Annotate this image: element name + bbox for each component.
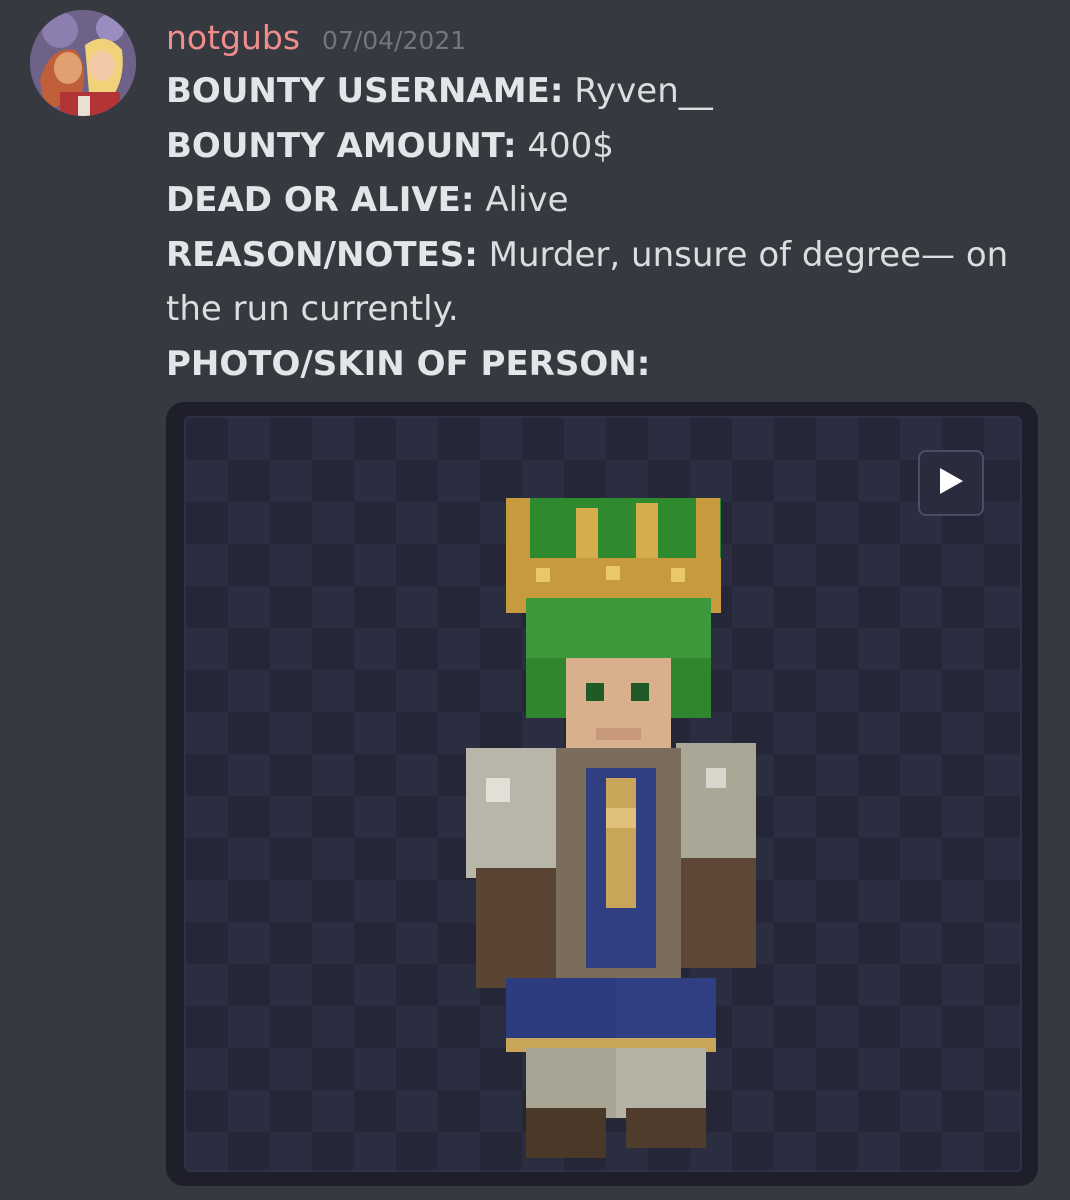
field-dead-or-alive: DEAD OR ALIVE: Alive [166, 173, 1046, 228]
skin-viewer[interactable] [184, 416, 1022, 1172]
field-label: BOUNTY USERNAME: [166, 71, 564, 111]
minecraft-skin-image [466, 478, 756, 1162]
play-icon [936, 465, 966, 501]
field-label: PHOTO/SKIN OF PERSON: [166, 343, 651, 384]
chat-message: notgubs 07/04/2021 BOUNTY USERNAME: Ryve… [0, 0, 1070, 1200]
message-content: BOUNTY USERNAME: Ryven__ BOUNTY AMOUNT: … [166, 64, 1046, 391]
message-timestamp: 07/04/2021 [322, 26, 467, 55]
field-value: Ryven__ [574, 71, 713, 111]
field-reason-notes: REASON/NOTES: Murder, unsure of degree— … [166, 228, 1046, 337]
play-button[interactable] [918, 450, 984, 516]
field-photo-skin: PHOTO/SKIN OF PERSON: [166, 337, 1046, 392]
field-value: Alive [485, 180, 569, 220]
author-username[interactable]: notgubs [166, 18, 300, 58]
avatar[interactable] [30, 10, 136, 116]
field-value: 400$ [527, 125, 614, 166]
message-header: notgubs 07/04/2021 [166, 18, 466, 64]
field-label: BOUNTY AMOUNT: [166, 125, 517, 166]
field-bounty-username: BOUNTY USERNAME: Ryven__ [166, 64, 1046, 119]
skin-embed[interactable] [166, 402, 1038, 1186]
field-bounty-amount: BOUNTY AMOUNT: 400$ [166, 119, 1046, 174]
field-label: DEAD OR ALIVE: [166, 180, 475, 220]
field-label: REASON/NOTES: [166, 234, 478, 275]
